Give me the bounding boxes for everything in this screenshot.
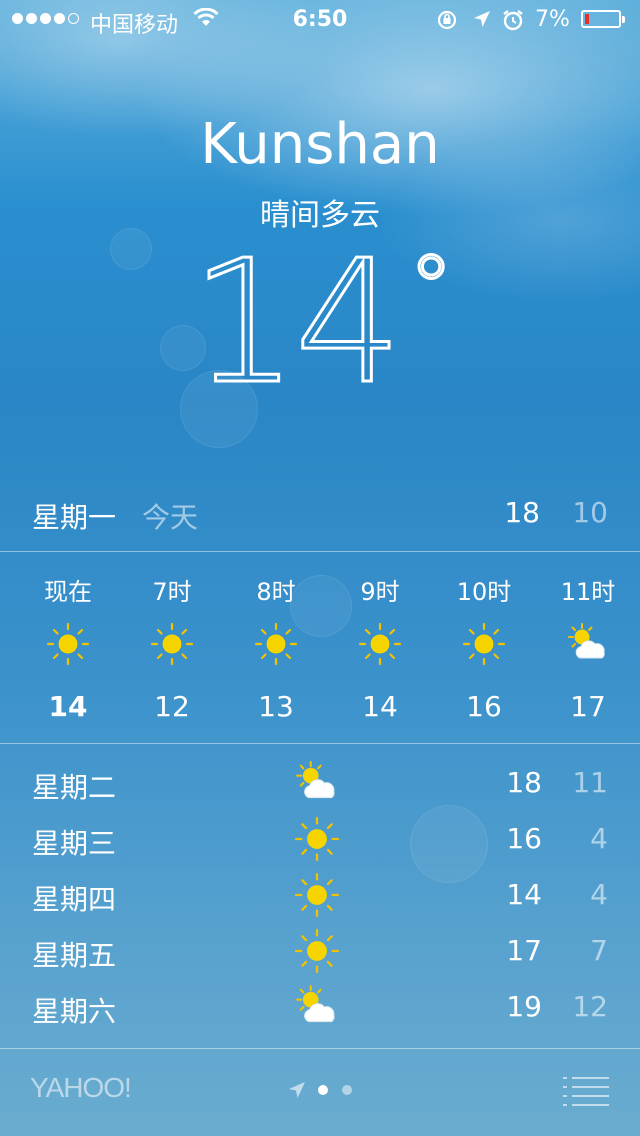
partly-cloudy-icon <box>296 985 335 1023</box>
location-arrow-icon <box>474 11 490 27</box>
sun-icon <box>462 622 506 666</box>
day-name: 星期五 <box>32 939 117 972</box>
location-arrow-icon[interactable] <box>287 1080 307 1100</box>
hour-temp: 16 <box>466 690 502 723</box>
day-low: 4 <box>590 822 608 855</box>
hour-temp: 17 <box>570 690 606 723</box>
hour-temp: 14 <box>48 690 88 723</box>
degree-symbol: ° <box>407 236 455 341</box>
battery-level <box>585 14 589 24</box>
day-low: 12 <box>572 990 608 1023</box>
rotation-lock-icon <box>437 10 457 30</box>
today-summary: 星期一 今天 18 10 <box>32 496 608 540</box>
hour-label: 9时 <box>360 578 400 606</box>
today-day-name: 星期一 <box>32 501 117 534</box>
alarm-icon <box>503 10 523 31</box>
today-label: 今天 <box>142 501 199 534</box>
day-name: 星期三 <box>32 827 117 860</box>
daily-row: 星期六 19 12 <box>0 984 640 1040</box>
city-name: Kunshan <box>200 112 440 177</box>
day-low: 11 <box>572 766 608 799</box>
temperature-value: 14 <box>189 224 404 422</box>
sun-icon <box>150 622 194 666</box>
day-high: 18 <box>506 766 542 799</box>
page-indicator-dot[interactable] <box>342 1085 352 1095</box>
day-high: 17 <box>506 934 542 967</box>
divider <box>0 1048 640 1049</box>
daily-row: 星期四 14 4 <box>0 872 640 928</box>
sun-icon <box>358 622 402 666</box>
partly-cloudy-icon <box>568 623 605 659</box>
partly-cloudy-icon <box>296 761 335 799</box>
current-temperature: 14 ° <box>0 236 640 410</box>
today-high: 18 <box>504 496 540 529</box>
hour-temp: 13 <box>258 690 294 723</box>
day-low: 7 <box>590 934 608 967</box>
hour-label: 8时 <box>256 578 296 606</box>
divider <box>0 551 640 552</box>
status-bar: 中国移动 6:50 7% <box>0 0 640 40</box>
sun-icon <box>294 816 340 862</box>
day-high: 16 <box>506 822 542 855</box>
hour-temp: 14 <box>362 690 398 723</box>
battery-percentage: 7% <box>535 7 570 32</box>
today-low: 10 <box>572 496 608 529</box>
sun-icon <box>294 928 340 974</box>
day-high: 14 <box>506 878 542 911</box>
hourly-forecast[interactable]: 现在 14 7时 12 8时 13 9时 14 10时 16 11时 17 <box>0 560 640 740</box>
hour-label: 10时 <box>456 578 512 606</box>
day-low: 4 <box>590 878 608 911</box>
city-list-icon[interactable] <box>563 1075 609 1107</box>
page-indicator-dot-active[interactable] <box>318 1085 328 1095</box>
day-high: 19 <box>506 990 542 1023</box>
sun-icon <box>294 872 340 918</box>
daily-row: 星期三 16 4 <box>0 816 640 872</box>
yahoo-logo[interactable]: YAHOO! <box>30 1072 132 1104</box>
hour-temp: 12 <box>154 690 190 723</box>
hour-label: 11时 <box>560 578 616 606</box>
sun-icon <box>46 622 90 666</box>
day-name: 星期二 <box>32 771 117 804</box>
hour-label: 7时 <box>152 578 192 606</box>
hour-label: 现在 <box>44 578 92 606</box>
day-name: 星期四 <box>32 883 117 916</box>
day-name: 星期六 <box>32 995 117 1028</box>
daily-row: 星期五 17 7 <box>0 928 640 984</box>
daily-row: 星期二 18 11 <box>0 760 640 816</box>
divider <box>0 743 640 744</box>
battery-icon <box>581 10 625 28</box>
sun-icon <box>254 622 298 666</box>
